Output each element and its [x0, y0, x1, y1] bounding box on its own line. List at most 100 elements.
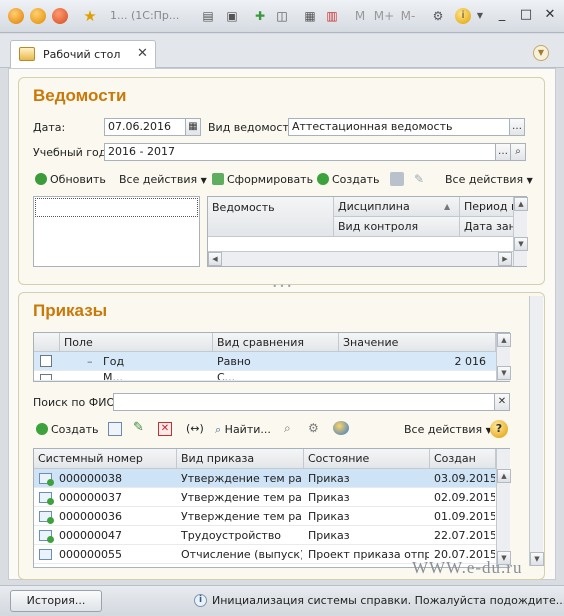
minimize-button[interactable]: _ [490, 6, 514, 24]
create-plus-icon [317, 173, 329, 185]
scroll-left-icon[interactable]: ◀ [208, 252, 222, 266]
memory-m-button[interactable]: M [350, 6, 370, 26]
col-discipline[interactable]: Дисциплина ▲ [334, 197, 460, 217]
all-actions-prikazy-button[interactable]: Все действия ▼ [404, 423, 492, 436]
vid-vedomosti-select-button[interactable]: … [509, 118, 525, 136]
filter-row[interactable]: – Год Равно 2 016 [34, 352, 496, 371]
scroll-down-icon[interactable]: ▼ [530, 552, 544, 566]
calculator-icon[interactable]: ▦ [300, 6, 320, 26]
splitter-handle[interactable]: • • • [270, 283, 294, 291]
list-item-focus[interactable] [35, 198, 198, 217]
scroll-right-icon[interactable]: ▶ [498, 252, 512, 266]
scroll-up-icon[interactable]: ▲ [497, 469, 511, 483]
form-button[interactable]: Сформировать [212, 173, 313, 186]
col-field[interactable]: Поле [60, 333, 213, 352]
scroll-up-icon[interactable]: ▲ [514, 197, 528, 211]
settings-gear-icon[interactable]: ⚙ [308, 421, 322, 435]
year-select-button[interactable]: … [495, 143, 511, 161]
calendar-picker-icon[interactable]: ▦ [185, 118, 201, 136]
close-window-button[interactable]: ✕ [538, 6, 562, 24]
vedomosti-grid[interactable]: Ведомость Дисциплина ▲ Период к Вид конт… [207, 196, 528, 267]
scroll-up-icon[interactable]: ▲ [497, 333, 511, 347]
col-value[interactable]: Значение [339, 333, 496, 352]
settings-tools-icon[interactable]: ⚙ [428, 6, 448, 26]
date-label: Дата: [33, 121, 66, 134]
delete-mark-icon[interactable]: ✕ [158, 422, 172, 436]
table-row[interactable]: 000000037 Утверждение тем ра... Приказ 0… [34, 488, 496, 507]
desktop-icon [19, 47, 35, 61]
copy-doc-icon[interactable] [108, 422, 122, 436]
vedomosti-hscroll[interactable]: ◀ ▶ [208, 251, 513, 266]
col-prikaz-type[interactable]: Вид приказа [177, 449, 304, 469]
find-button[interactable]: ⌕ Найти... [215, 423, 271, 437]
history-button[interactable]: История... [10, 590, 102, 612]
window-title: 1... (1С:Пр... [110, 9, 180, 22]
help-icon[interactable]: ? [490, 420, 508, 438]
favorites-star-icon[interactable]: ★ [80, 6, 100, 26]
table-row[interactable]: 000000038 Утверждение тем ра... Приказ 0… [34, 469, 496, 488]
interval-icon[interactable]: (↔) [186, 422, 204, 435]
table-row[interactable]: 000000047 Трудоустройство Приказ 22.07.2… [34, 526, 496, 545]
table-row[interactable]: 000000036 Утверждение тем ра... Приказ 0… [34, 507, 496, 526]
all-actions-left-button[interactable]: Все действия ▼ [119, 173, 207, 186]
refresh-button[interactable]: Обновить [35, 173, 106, 186]
info-icon[interactable]: i [455, 8, 471, 24]
prikazy-panel-vscroll[interactable]: ▼ [529, 296, 544, 566]
filter-checkbox[interactable] [40, 374, 52, 380]
create-prikaz-button[interactable]: Создать [36, 423, 99, 436]
col-system-number[interactable]: Системный номер [34, 449, 177, 469]
search-fio-input[interactable] [113, 393, 495, 411]
copy-icon[interactable] [390, 172, 404, 186]
memory-minus-button[interactable]: M- [396, 6, 420, 26]
cell-created: 03.09.2015 0 [434, 472, 495, 485]
report-icon[interactable] [333, 421, 349, 435]
year-search-icon[interactable]: ⌕ [510, 143, 526, 161]
history-icon[interactable]: ◫ [272, 6, 292, 26]
edit-pencil-icon[interactable]: ✎ [133, 420, 147, 435]
app-logo-icon[interactable] [8, 8, 24, 24]
cell-number: 000000037 [59, 491, 122, 504]
all-actions-right-button[interactable]: Все действия ▼ [445, 173, 533, 186]
prikazy-grid[interactable]: Системный номер Вид приказа Состояние Со… [33, 448, 511, 568]
memory-plus-button[interactable]: M+ [372, 6, 396, 26]
tabs-dropdown-icon[interactable]: ▼ [533, 45, 549, 61]
check-icon [47, 536, 54, 543]
year-field[interactable]: 2016 - 2017 [104, 143, 510, 161]
menu-dropdown-icon[interactable] [30, 8, 46, 24]
print-icon[interactable]: ▤ [198, 6, 218, 26]
filter-grid[interactable]: Поле Вид сравнения Значение – Год Равно … [33, 332, 511, 382]
calendar-icon[interactable]: ▥ [322, 6, 342, 26]
col-period[interactable]: Период к [460, 197, 514, 217]
col-date[interactable]: Дата зан [460, 217, 514, 237]
tab-close-icon[interactable]: ✕ [137, 46, 148, 61]
main-menu-icon[interactable] [52, 8, 68, 24]
cancel-search-icon[interactable]: ⌕ [284, 421, 298, 435]
col-state[interactable]: Состояние [304, 449, 430, 469]
col-vid-kontrolya[interactable]: Вид контроля [334, 217, 460, 237]
status-info-icon: i [194, 594, 207, 607]
col-comparison[interactable]: Вид сравнения [213, 333, 339, 352]
vedomosti-left-list[interactable] [33, 196, 200, 267]
cell-created: 02.09.2015 1 [434, 491, 495, 504]
col-vedomost[interactable]: Ведомость [208, 197, 334, 237]
vedomosti-vscroll[interactable]: ▲ ▼ [513, 197, 528, 266]
scroll-down-icon[interactable]: ▼ [514, 237, 528, 251]
filter-checkbox[interactable] [40, 355, 52, 367]
tab-desktop[interactable]: Рабочий стол ✕ [10, 40, 156, 69]
edit-pencil-icon[interactable]: ✎ [414, 172, 428, 186]
clear-search-icon[interactable]: ✕ [494, 393, 510, 411]
maximize-button[interactable]: □ [514, 6, 538, 24]
info-dropdown-icon[interactable]: ▼ [474, 6, 486, 26]
scroll-down-icon[interactable]: ▼ [497, 366, 511, 380]
preview-icon[interactable]: ▣ [222, 6, 242, 26]
col-created[interactable]: Создан [430, 449, 496, 469]
cell-type: Трудоустройство [181, 529, 282, 542]
create-vedomost-button[interactable]: Создать [317, 173, 380, 186]
watermark-text: WWW.e-du.ru [412, 558, 523, 577]
filter-vscroll[interactable]: ▲ ▼ [496, 333, 511, 381]
date-field[interactable]: 07.06.2016 [104, 118, 186, 136]
add-favorite-icon[interactable]: ✚ [250, 6, 270, 26]
prikazy-vscroll[interactable]: ▲ ▼ [496, 449, 511, 567]
vid-vedomosti-field[interactable]: Аттестационная ведомость [288, 118, 510, 136]
filter-row-2[interactable]: М... С... [34, 371, 496, 381]
